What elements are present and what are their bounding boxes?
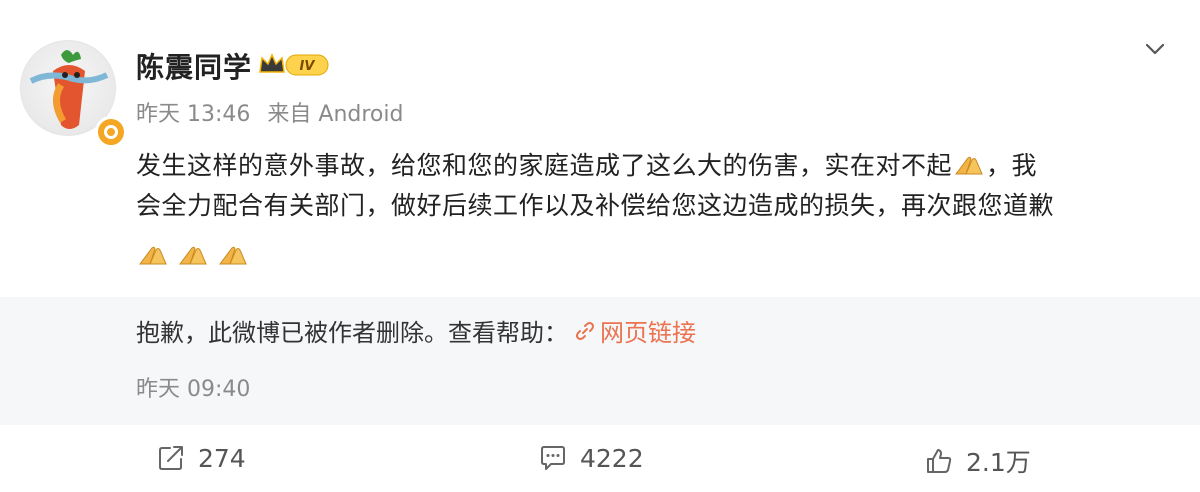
author-name[interactable]: 陈震同学: [136, 46, 252, 86]
weibo-post-card: 陈震同学 IV 昨天 13:46 来自 Android 发生这样的意外事故，给您…: [0, 0, 1200, 492]
praying-hands-emoji: [219, 246, 247, 265]
emoji-row: [136, 242, 250, 268]
comment-icon: [541, 446, 565, 470]
web-link[interactable]: 网页链接: [574, 313, 696, 348]
post-text-segment-end: ，我: [986, 151, 1038, 180]
comment-count: 4222: [580, 443, 644, 473]
post-text-line-1: 发生这样的意外事故，给您和您的家庭造成了这么大的伤害，实在对不起 ，我: [136, 146, 1176, 186]
praying-hands-emoji: [955, 156, 983, 175]
action-bar: 274 4222 2.1万: [0, 425, 1200, 492]
verified-badge-icon: [95, 116, 127, 148]
post-source: 来自 Android: [267, 102, 404, 127]
repost-icon: [159, 446, 183, 470]
repost-button[interactable]: 274: [156, 443, 246, 473]
praying-hands-emoji: [179, 246, 207, 265]
post-meta: 昨天 13:46 来自 Android: [136, 96, 403, 128]
like-icon: [927, 449, 952, 473]
vip-level-text: IV: [300, 59, 316, 74]
post-text-segment: 发生这样的意外事故，给您和您的家庭造成了这么大的伤害，实在对不起: [136, 151, 953, 180]
deleted-notice: 抱歉，此微博已被作者删除。查看帮助： 网页链接: [136, 313, 696, 348]
chevron-down-icon[interactable]: [1144, 38, 1166, 60]
like-button[interactable]: 2.1万: [924, 443, 1031, 479]
post-text-line-2: 会全力配合有关部门，做好后续工作以及补偿给您这边造成的损失，再次跟您道歉: [136, 191, 1055, 220]
comment-button[interactable]: 4222: [538, 443, 644, 473]
praying-hands-emoji: [139, 246, 167, 265]
repost-count: 274: [198, 443, 246, 473]
post-content: 发生这样的意外事故，给您和您的家庭造成了这么大的伤害，实在对不起 ，我 会全力配合…: [136, 146, 1176, 226]
link-icon: [576, 321, 594, 340]
post-time[interactable]: 昨天 13:46: [136, 102, 250, 127]
repost-time[interactable]: 昨天 09:40: [136, 371, 250, 403]
web-link-label[interactable]: 网页链接: [600, 313, 696, 348]
deleted-text: 抱歉，此微博已被作者删除。查看帮助：: [136, 319, 568, 347]
vip-crown-icon[interactable]: IV: [258, 52, 332, 78]
avatar-container[interactable]: [20, 40, 127, 148]
like-count: 2.1万: [966, 448, 1031, 477]
repost-box: 抱歉，此微博已被作者删除。查看帮助： 网页链接 昨天 09:40: [0, 297, 1200, 425]
